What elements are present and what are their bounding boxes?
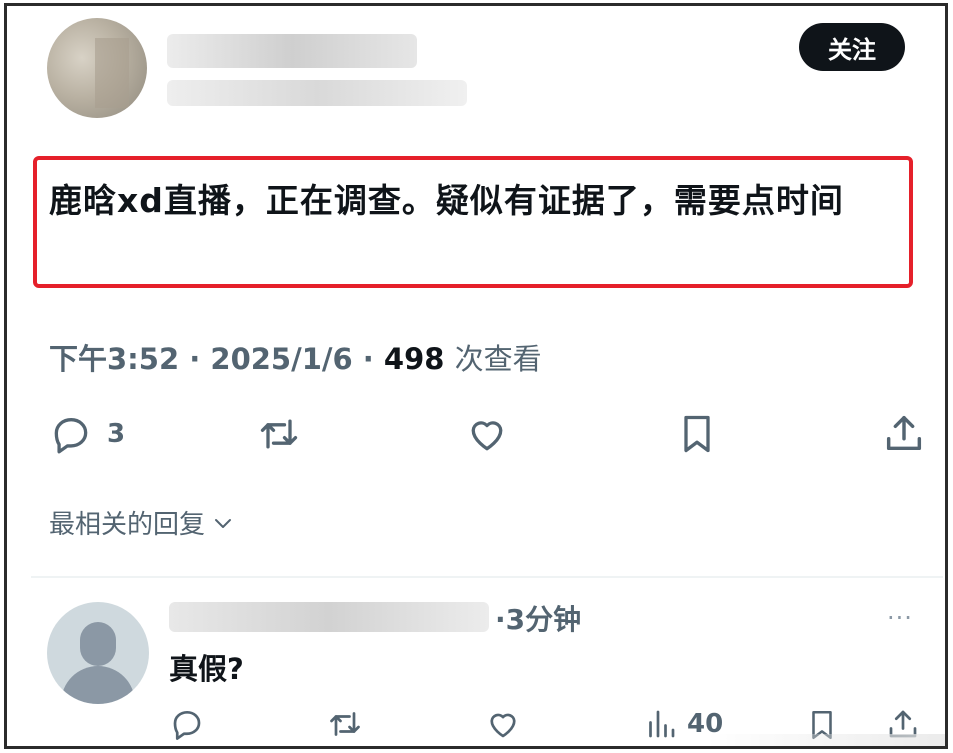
share-icon (886, 415, 922, 451)
chevron-down-icon (215, 518, 232, 528)
watermark-overlay (707, 734, 945, 746)
replies-sort-label: 最相关的回复 (49, 510, 206, 540)
like-button[interactable] (465, 412, 509, 456)
reply-like-button[interactable] (485, 706, 521, 742)
author-handle-redacted (167, 80, 467, 106)
view-count: 498 (383, 342, 445, 376)
reply-icon (54, 418, 88, 454)
author-name-redacted (167, 34, 417, 68)
share-button[interactable] (881, 410, 927, 456)
retweet-button[interactable] (255, 412, 303, 456)
separator: · (362, 342, 374, 376)
bookmark-button[interactable] (675, 410, 719, 458)
tweet-screenshot: 关注 鹿晗xd直播，正在调查。疑似有证据了，需要点时间 下午3:52 · 202… (4, 3, 948, 749)
post-time[interactable]: 下午3:52 (49, 342, 179, 376)
author-avatar[interactable] (47, 18, 147, 118)
reply-author-redacted (169, 602, 489, 632)
reply-reply-button[interactable] (169, 706, 205, 742)
bookmark-icon (684, 415, 710, 453)
reply-count: 3 (107, 419, 126, 449)
separator: · (189, 342, 201, 376)
reply-icon (173, 710, 201, 740)
post-text: 鹿晗xd直播，正在调查。疑似有证据了，需要点时间 (49, 181, 844, 220)
reply-button[interactable]: 3 (49, 412, 125, 456)
reply-retweet-button[interactable] (325, 706, 365, 742)
default-avatar-body (61, 666, 135, 704)
default-avatar-head (80, 622, 116, 666)
like-icon (490, 713, 516, 738)
more-options-icon[interactable]: ··· (887, 604, 913, 632)
retweet-icon (330, 712, 360, 736)
view-label: 次查看 (454, 342, 542, 376)
post-date[interactable]: 2025/1/6 (210, 342, 352, 376)
divider (31, 576, 943, 578)
reply-avatar[interactable] (47, 602, 149, 704)
replies-sort-dropdown[interactable]: 最相关的回复 (49, 504, 235, 541)
like-icon (471, 421, 503, 451)
analytics-icon (649, 710, 675, 738)
post-meta: 下午3:52 · 2025/1/6 · 498 次查看 (49, 336, 542, 378)
reply-time[interactable]: ·3分钟 (495, 598, 581, 638)
retweet-icon (260, 419, 298, 449)
follow-button[interactable]: 关注 (799, 23, 905, 71)
reply-text: 真假? (169, 652, 244, 686)
